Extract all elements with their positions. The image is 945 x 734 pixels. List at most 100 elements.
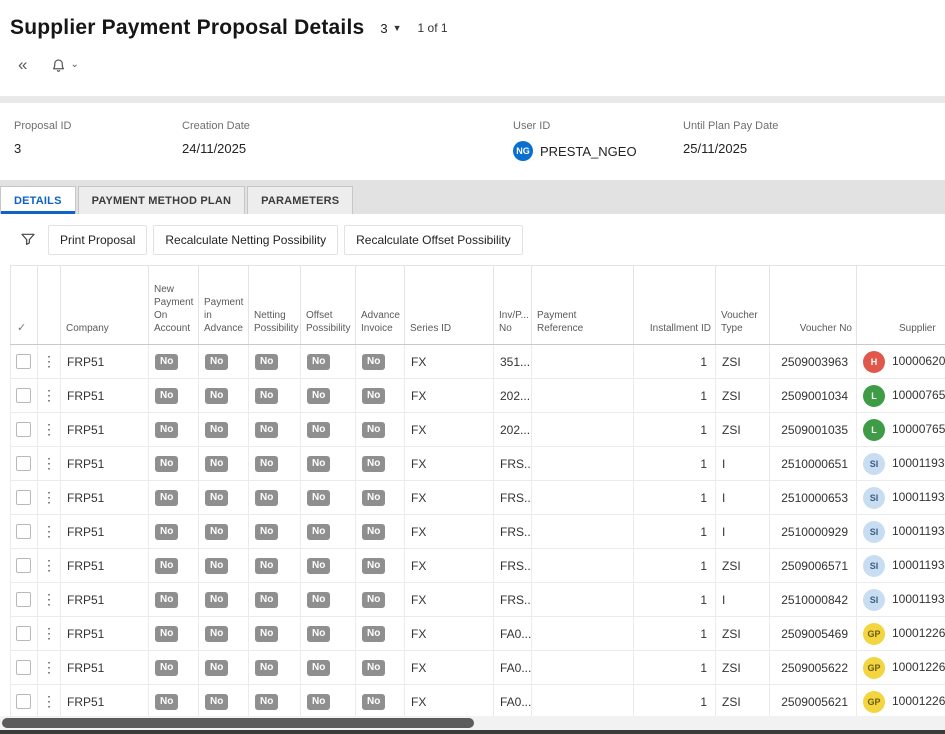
column-header-netting-possibility[interactable]: Netting Possibility [248,265,301,345]
collapse-panel-button[interactable]: « [18,56,27,73]
row-menu-icon[interactable]: ⋮ [42,387,56,403]
tab-details[interactable]: DETAILS [0,186,76,214]
column-header-voucher-no[interactable]: Voucher No [769,265,857,345]
table-row[interactable]: ⋮ FRP51 No No No No No FX FA0... 1 ZSI 2509005621 GP… [10,684,945,719]
row-checkbox[interactable] [16,660,31,676]
record-count: 1 of 1 [417,21,448,35]
row-checkbox[interactable] [16,354,31,370]
offset-possibility-cell: No [300,616,356,651]
filter-button[interactable] [14,228,42,253]
table-row[interactable]: ⋮ FRP51 No No No No No FX FRS... 1 I 2510000653 SI 10… [10,480,945,515]
row-menu-icon[interactable]: ⋮ [42,625,56,641]
column-header-advance-invoice[interactable]: Advance Invoice [355,265,405,345]
row-checkbox[interactable] [16,592,31,608]
select-all-header[interactable]: ✓ [10,265,38,345]
invoice-no-cell: 351... [493,344,532,379]
payment-in-advance-cell: No [198,378,249,413]
table-row[interactable]: ⋮ FRP51 No No No No No FX FRS... 1 I 2510000929 SI 10… [10,514,945,549]
row-menu-icon[interactable]: ⋮ [42,523,56,539]
invoice-no-cell: FA0... [493,684,532,719]
voucher-no-cell: 2509005469 [769,616,857,651]
row-menu-icon[interactable]: ⋮ [42,693,56,709]
no-badge: No [205,694,229,710]
series-id-cell: FX [404,480,494,515]
row-checkbox[interactable] [16,490,31,506]
print-proposal-button[interactable]: Print Proposal [48,225,148,255]
details-tab-content: Print Proposal Recalculate Netting Possi… [0,214,945,734]
row-checkbox[interactable] [16,456,31,472]
table-row[interactable]: ⋮ FRP51 No No No No No FX FA0... 1 ZSI 2509005622 GP… [10,650,945,685]
table-row[interactable]: ⋮ FRP51 No No No No No FX 202... 1 ZSI 2509001035 L 1… [10,412,945,447]
column-header-inv-no[interactable]: Inv/P... No [493,265,532,345]
supplier-id: 10000765 - [892,387,945,402]
installment-id-cell: 1 [633,582,716,617]
no-badge: No [307,626,331,642]
row-checkbox[interactable] [16,694,31,710]
row-select-cell [10,378,38,413]
row-menu-icon[interactable]: ⋮ [42,455,56,471]
row-menu-cell: ⋮ [37,684,61,719]
supplier-cell: GP 10001226 - [856,684,945,719]
column-header-offset-possibility[interactable]: Offset Possibility [300,265,356,345]
no-badge: No [155,592,179,608]
record-selector-dropdown[interactable]: 3 ▼ [380,21,401,36]
supplier-avatar: SI [863,520,885,543]
invoice-no-cell: FRS... [493,480,532,515]
row-menu-icon[interactable]: ⋮ [42,353,56,369]
column-header-new-payment-on-account[interactable]: New Payment On Account [148,265,199,345]
supplier-id: 10001226 - [892,625,945,640]
column-header-voucher-type[interactable]: Voucher Type [715,265,770,345]
supplier-cell: SI 10001193 - [856,582,945,617]
table-row[interactable]: ⋮ FRP51 No No No No No FX FA0... 1 ZSI 2509005469 GP… [10,616,945,651]
column-header-company[interactable]: Company [60,265,149,345]
row-menu-icon[interactable]: ⋮ [42,557,56,573]
tab-payment-method-plan[interactable]: PAYMENT METHOD PLAN [77,186,246,214]
table-row[interactable]: ⋮ FRP51 No No No No No FX 202... 1 ZSI 2509001034 L 1… [10,378,945,413]
notifications-button[interactable]: ⌄ [51,57,79,73]
row-menu-icon[interactable]: ⋮ [42,421,56,437]
no-badge: No [362,422,386,438]
horizontal-scrollbar-thumb[interactable] [2,718,474,728]
row-menu-icon[interactable]: ⋮ [42,591,56,607]
payment-in-advance-cell: No [198,344,249,379]
row-checkbox[interactable] [16,422,31,438]
no-badge: No [362,524,386,540]
column-header-payment-reference[interactable]: Payment Reference [531,265,634,345]
company-cell: FRP51 [60,582,149,617]
no-badge: No [255,490,279,506]
row-menu-cell: ⋮ [37,514,61,549]
column-header-payment-in-advance[interactable]: Payment in Advance [198,265,249,345]
table-row[interactable]: ⋮ FRP51 No No No No No FX FRS... 1 I 2510000651 SI 10… [10,446,945,481]
horizontal-scrollbar [0,716,945,730]
table-row[interactable]: ⋮ FRP51 No No No No No FX 351... 1 ZSI 2509003963 H 1… [10,344,945,379]
recalculate-offset-possibility-button[interactable]: Recalculate Offset Possibility [344,225,523,255]
row-checkbox[interactable] [16,524,31,540]
voucher-no-cell: 2510000651 [769,446,857,481]
table-row[interactable]: ⋮ FRP51 No No No No No FX FRS... 1 I 2510000842 SI 10… [10,582,945,617]
supplier-cell: SI 10001193 - [856,548,945,583]
supplier-id: 10001193 - [892,557,945,572]
invoice-no-cell: FRS... [493,514,532,549]
table-row[interactable]: ⋮ FRP51 No No No No No FX FRS... 1 ZSI 2509006571 SI… [10,548,945,583]
row-menu-icon[interactable]: ⋮ [42,489,56,505]
advance-invoice-cell: No [355,412,405,447]
row-menu-icon[interactable]: ⋮ [42,659,56,675]
voucher-no-cell: 2509001035 [769,412,857,447]
row-checkbox[interactable] [16,626,31,642]
column-header-series-id[interactable]: Series ID [404,265,494,345]
row-menu-header [37,265,61,345]
column-header-supplier[interactable]: Supplier [856,265,945,345]
no-badge: No [255,422,279,438]
payment-reference-cell [531,344,634,379]
tab-parameters[interactable]: PARAMETERS [247,186,354,214]
recalculate-netting-possibility-button[interactable]: Recalculate Netting Possibility [153,225,339,255]
invoice-no-cell: 202... [493,412,532,447]
voucher-no-cell: 2509005621 [769,684,857,719]
supplier-avatar: SI [863,554,885,577]
row-checkbox[interactable] [16,388,31,404]
no-badge: No [155,694,179,710]
no-badge: No [205,558,229,574]
supplier-cell: H 10000620 - [856,344,945,379]
column-header-installment-id[interactable]: Installment ID [633,265,716,345]
row-checkbox[interactable] [16,558,31,574]
